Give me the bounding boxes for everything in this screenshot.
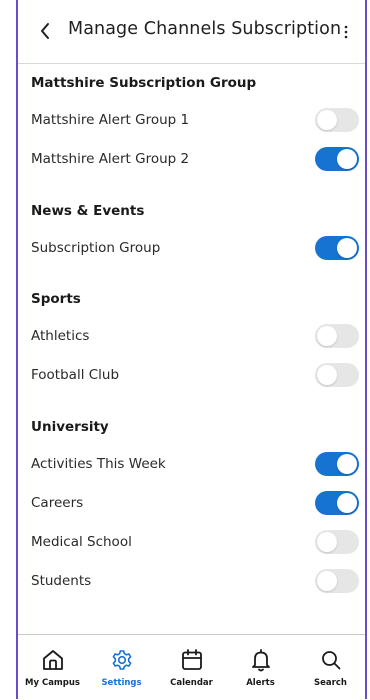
subscription-toggle[interactable] xyxy=(315,236,359,260)
subscription-label: Athletics xyxy=(31,328,90,344)
subscription-label: Careers xyxy=(31,495,84,511)
bell-icon xyxy=(251,649,270,672)
calendar-icon xyxy=(181,649,202,670)
more-vertical-icon xyxy=(344,25,348,39)
tab-label: Settings xyxy=(101,678,142,688)
section-title: Mattshire Subscription Group xyxy=(31,75,257,91)
toggle-knob xyxy=(337,238,357,258)
bottom-tab-bar: My Campus Settings Calendar Alerts Searc… xyxy=(18,634,365,700)
frame-border-right xyxy=(365,0,367,699)
toggle-knob xyxy=(317,571,337,591)
tab-calendar[interactable]: Calendar xyxy=(157,635,226,700)
section-title: Sports xyxy=(31,291,81,307)
chevron-left-icon xyxy=(41,23,49,39)
tab-label: Search xyxy=(314,678,347,688)
tab-label: My Campus xyxy=(25,678,80,688)
subscription-row[interactable]: Mattshire Alert Group 1 xyxy=(18,101,365,139)
tab-search[interactable]: Search xyxy=(296,635,365,700)
toggle-knob xyxy=(317,365,337,385)
section-title: News & Events xyxy=(31,203,145,219)
tab-settings[interactable]: Settings xyxy=(87,635,156,700)
tab-label: Calendar xyxy=(170,678,213,688)
toggle-knob xyxy=(337,149,357,169)
subscription-toggle[interactable] xyxy=(315,363,359,387)
subscription-toggle[interactable] xyxy=(315,108,359,132)
subscription-toggle[interactable] xyxy=(315,491,359,515)
subscription-label: Students xyxy=(31,573,92,589)
subscription-row[interactable]: Activities This Week xyxy=(18,445,365,483)
toggle-knob xyxy=(317,532,337,552)
tab-label: Alerts xyxy=(246,678,275,688)
gear-icon xyxy=(112,650,131,670)
subscription-toggle[interactable] xyxy=(315,147,359,171)
back-button[interactable] xyxy=(33,18,57,44)
subscription-label: Subscription Group xyxy=(31,240,161,256)
subscription-row[interactable]: Careers xyxy=(18,484,365,522)
subscription-row[interactable]: Medical School xyxy=(18,523,365,561)
subscription-toggle[interactable] xyxy=(315,452,359,476)
toggle-knob xyxy=(317,326,337,346)
more-options-button[interactable] xyxy=(336,20,356,44)
subscription-row[interactable]: Athletics xyxy=(18,317,365,355)
subscription-label: Mattshire Alert Group 2 xyxy=(31,151,190,167)
section-title: University xyxy=(31,419,109,435)
subscription-toggle[interactable] xyxy=(315,569,359,593)
home-icon xyxy=(42,650,63,670)
subscription-row[interactable]: Students xyxy=(18,562,365,600)
subscription-row[interactable]: Mattshire Alert Group 2 xyxy=(18,140,365,178)
subscription-label: Football Club xyxy=(31,367,120,383)
subscription-label: Activities This Week xyxy=(31,456,166,472)
toggle-knob xyxy=(337,493,357,513)
subscription-toggle[interactable] xyxy=(315,324,359,348)
page-title: Manage Channels Subscription xyxy=(68,19,342,39)
subscription-label: Medical School xyxy=(31,534,132,550)
toggle-knob xyxy=(317,110,337,130)
header-bar: Manage Channels Subscription xyxy=(18,0,365,64)
tab-my-campus[interactable]: My Campus xyxy=(18,635,87,700)
search-icon xyxy=(321,651,340,670)
toggle-knob xyxy=(337,454,357,474)
subscription-row[interactable]: Subscription Group xyxy=(18,229,365,267)
tab-alerts[interactable]: Alerts xyxy=(226,635,295,700)
subscription-row[interactable]: Football Club xyxy=(18,356,365,394)
subscription-label: Mattshire Alert Group 1 xyxy=(31,112,190,128)
subscription-toggle[interactable] xyxy=(315,530,359,554)
